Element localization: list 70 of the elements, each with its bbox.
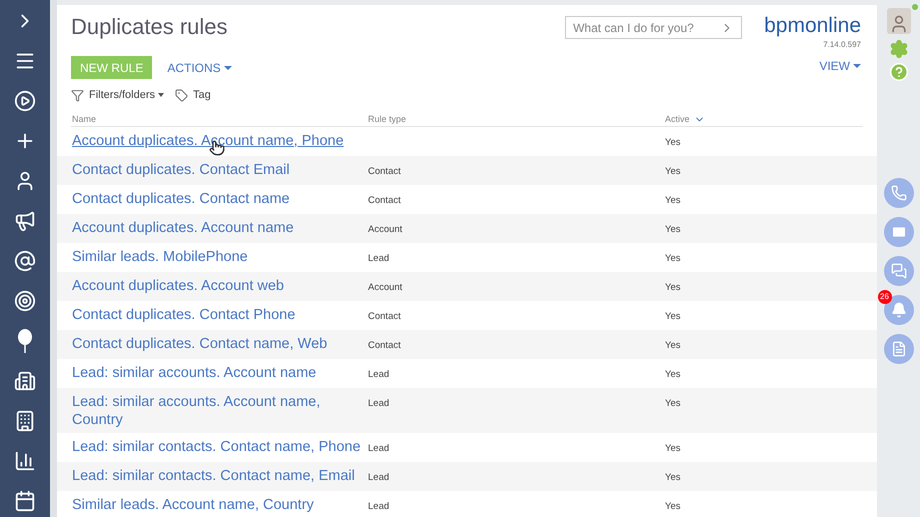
- rule-name-link[interactable]: Contact duplicates. Contact Email: [71, 160, 290, 178]
- rule-name-link[interactable]: Account duplicates. Account web: [71, 276, 284, 294]
- rule-name-link[interactable]: Account duplicates. Account name: [71, 218, 294, 236]
- rule-name-link[interactable]: Contact duplicates. Contact name, Web: [71, 334, 328, 352]
- active-cell: Yes: [665, 136, 680, 148]
- active-cell: Yes: [665, 368, 680, 380]
- rule-name-link[interactable]: Account duplicates. Account name, Phone: [71, 132, 344, 150]
- version-label: 7.14.0.597: [823, 39, 861, 51]
- rule-name-link[interactable]: Lead: similar contacts. Contact name, Email: [71, 466, 355, 484]
- view-menu[interactable]: VIEW: [819, 56, 861, 74]
- table-row[interactable]: Contact duplicates. Contact Email Contact Yes: [57, 156, 877, 185]
- caret-icon: [158, 93, 164, 98]
- column-header[interactable]: Name: [72, 112, 96, 126]
- active-cell: Yes: [665, 166, 680, 176]
- rule-name-link[interactable]: Lead: similar contacts. Contact name, Phone: [71, 438, 361, 456]
- rule-name-link[interactable]: Contact duplicates. Contact Phone: [71, 306, 296, 324]
- search-input[interactable]: What can I do for you?: [573, 18, 720, 36]
- active-cell: Yes: [665, 472, 680, 482]
- active-cell: Yes: [665, 224, 680, 234]
- table-row[interactable]: Contact duplicates. Contact name, Web Contact Yes: [57, 330, 877, 359]
- rule-name-link[interactable]: Similar leads. MobilePhone: [71, 248, 248, 266]
- table-row[interactable]: Lead: similar contacts. Contact name, Email Lead Yes: [57, 462, 877, 491]
- chat-bubbles-icon: [890, 263, 906, 279]
- filter-icon: [71, 88, 84, 102]
- active-cell: Yes: [665, 442, 680, 454]
- rule-type-cell: Contact: [368, 194, 401, 206]
- active-cell: Yes: [665, 310, 680, 322]
- column-header[interactable]: Active: [665, 112, 690, 126]
- target-icon[interactable]: [12, 288, 38, 314]
- rule-name-link[interactable]: Similar leads. Account name, Country: [71, 496, 314, 514]
- bell-icon: [890, 302, 906, 318]
- rule-type-cell: Contact: [368, 310, 401, 322]
- rule-type-cell: Lead: [368, 368, 390, 380]
- rule-name-link[interactable]: Lead: similar accounts. Account name, Country: [71, 392, 368, 428]
- rule-name-link[interactable]: Lead: similar accounts. Account name: [71, 364, 316, 382]
- caret-icon: [224, 66, 232, 70]
- active-cell: Yes: [665, 500, 680, 512]
- rule-type-cell: Account: [368, 224, 402, 234]
- rule-type-cell: Contact: [368, 166, 401, 176]
- rule-name-link[interactable]: Contact duplicates. Contact name: [71, 190, 290, 208]
- filters-folders-menu[interactable]: Filters/folders: [89, 87, 164, 104]
- active-cell: Yes: [665, 282, 680, 292]
- rule-type-cell: Lead: [368, 500, 390, 512]
- page-title: Duplicates rules: [71, 13, 228, 41]
- actions-menu[interactable]: ACTIONS: [167, 58, 232, 76]
- tag-button[interactable]: Tag: [193, 87, 211, 104]
- caret-icon: [853, 64, 861, 68]
- document-icon: [890, 341, 906, 357]
- play-icon[interactable]: [12, 88, 38, 114]
- column-header[interactable]: Rule type: [368, 112, 406, 126]
- notification-badge: 26: [878, 290, 892, 304]
- phone-icon: [890, 185, 906, 201]
- active-cell: Yes: [665, 194, 680, 206]
- active-cell: Yes: [665, 340, 680, 350]
- avatar[interactable]: [886, 8, 910, 34]
- brand-logo: bpmonline: [764, 13, 861, 39]
- rule-type-cell: Account: [368, 282, 402, 292]
- rule-type-cell: Lead: [368, 398, 390, 408]
- active-cell: Yes: [665, 252, 680, 264]
- table-row[interactable]: Account duplicates. Account web Account Yes: [57, 272, 877, 301]
- search-field[interactable]: What can I do for you?: [565, 16, 742, 39]
- tag-icon: [175, 88, 188, 102]
- active-cell: Yes: [665, 398, 680, 408]
- rule-type-cell: Lead: [368, 442, 390, 454]
- rule-type-cell: Lead: [368, 472, 390, 482]
- table-row[interactable]: Account duplicates. Account name Account Yes: [57, 214, 877, 243]
- rule-type-cell: Lead: [368, 252, 390, 264]
- rule-type-cell: Contact: [368, 340, 401, 350]
- at-sign-icon[interactable]: [12, 248, 38, 274]
- table-row[interactable]: Lead: similar accounts. Account name, Country Lead Yes: [57, 388, 877, 433]
